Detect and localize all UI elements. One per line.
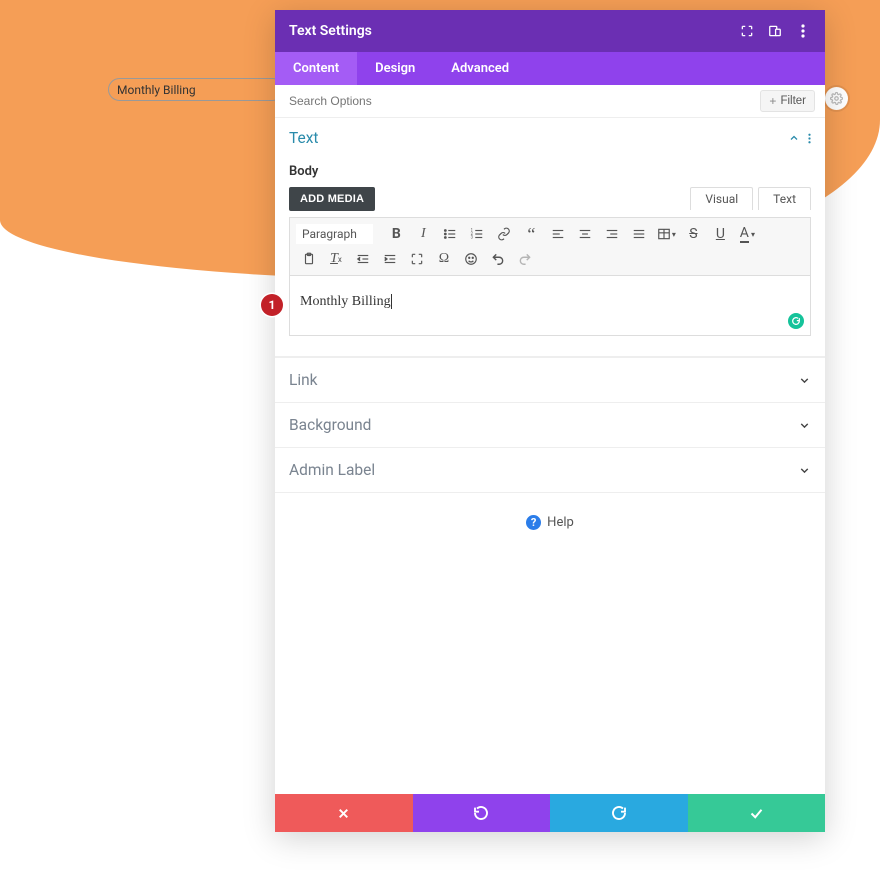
editor-toolbar: Paragraph ▾ B I 123 “ ▾ S xyxy=(289,217,811,276)
editor-tab-text[interactable]: Text xyxy=(758,187,811,210)
blockquote-icon[interactable]: “ xyxy=(518,222,544,246)
textcolor-icon[interactable]: A▾ xyxy=(734,222,760,246)
indent-icon[interactable] xyxy=(377,247,403,271)
format-select[interactable]: Paragraph xyxy=(296,224,373,244)
section-text-title: Text xyxy=(289,129,788,147)
responsive-icon[interactable] xyxy=(767,23,783,39)
section-background[interactable]: Background xyxy=(275,402,825,447)
tab-bar: Content Design Advanced xyxy=(275,52,825,85)
link-icon[interactable] xyxy=(491,222,517,246)
section-link-title: Link xyxy=(289,371,798,389)
paste-icon[interactable] xyxy=(296,247,322,271)
tab-content[interactable]: Content xyxy=(275,52,357,85)
align-justify-icon[interactable] xyxy=(626,222,652,246)
check-icon xyxy=(749,806,764,821)
gear-icon xyxy=(830,92,843,105)
expand-icon[interactable] xyxy=(739,23,755,39)
emoji-icon[interactable] xyxy=(458,247,484,271)
ul-icon[interactable] xyxy=(437,222,463,246)
clearformat-icon[interactable]: Tx xyxy=(323,247,349,271)
bg-pill-text: Monthly Billing xyxy=(117,83,196,97)
bold-icon[interactable]: B xyxy=(383,222,409,246)
editor-tab-visual[interactable]: Visual xyxy=(690,187,753,210)
step-badge-number: 1 xyxy=(269,298,276,312)
redo-action-button[interactable] xyxy=(550,794,688,832)
tab-advanced[interactable]: Advanced xyxy=(433,52,527,85)
underline-icon[interactable]: U xyxy=(707,222,733,246)
section-background-title: Background xyxy=(289,416,798,434)
search-input[interactable] xyxy=(289,94,760,108)
editor-content-area[interactable]: Monthly Billing xyxy=(289,276,811,336)
ol-icon[interactable]: 123 xyxy=(464,222,490,246)
close-icon xyxy=(337,807,350,820)
save-button[interactable] xyxy=(688,794,826,832)
plus-icon: + xyxy=(769,94,776,108)
action-bar xyxy=(275,794,825,832)
add-media-button[interactable]: ADD MEDIA xyxy=(289,187,375,211)
chevron-down-icon xyxy=(798,419,811,432)
section-admin-label-title: Admin Label xyxy=(289,461,798,479)
step-badge: 1 xyxy=(261,294,283,316)
editor-text: Monthly Billing xyxy=(300,294,391,309)
search-row: + Filter xyxy=(275,85,825,118)
section-link[interactable]: Link xyxy=(275,357,825,402)
chevron-down-icon xyxy=(798,464,811,477)
cancel-button[interactable] xyxy=(275,794,413,832)
section-more-icon[interactable] xyxy=(808,132,811,145)
settings-panel: Text Settings Content Design Advanced + … xyxy=(275,10,825,832)
grammarly-icon[interactable] xyxy=(788,313,804,329)
italic-icon[interactable]: I xyxy=(410,222,436,246)
filter-button[interactable]: + Filter xyxy=(760,90,815,112)
settings-gear-circle[interactable] xyxy=(825,87,848,110)
help-row[interactable]: ? Help xyxy=(275,515,825,530)
align-right-icon[interactable] xyxy=(599,222,625,246)
undo-action-button[interactable] xyxy=(413,794,551,832)
outdent-icon[interactable] xyxy=(350,247,376,271)
text-cursor xyxy=(391,294,392,309)
strikethrough-icon[interactable]: S xyxy=(680,222,706,246)
bg-pill: Monthly Billing xyxy=(108,78,284,101)
tab-design[interactable]: Design xyxy=(357,52,433,85)
table-icon[interactable]: ▾ xyxy=(653,222,679,246)
body-label: Body xyxy=(289,164,811,179)
more-icon[interactable] xyxy=(795,23,811,39)
chevron-down-icon xyxy=(798,374,811,387)
fullscreen-icon[interactable] xyxy=(404,247,430,271)
undo-icon xyxy=(473,805,489,821)
section-admin-label[interactable]: Admin Label xyxy=(275,447,825,493)
redo-icon xyxy=(611,805,627,821)
specialchar-icon[interactable]: Ω xyxy=(431,247,457,271)
undo-icon[interactable] xyxy=(485,247,511,271)
filter-label: Filter xyxy=(780,95,806,107)
titlebar: Text Settings xyxy=(275,10,825,52)
chevron-up-icon xyxy=(788,132,800,144)
svg-text:3: 3 xyxy=(471,235,474,240)
help-label: Help xyxy=(547,515,574,530)
align-center-icon[interactable] xyxy=(572,222,598,246)
redo-icon[interactable] xyxy=(512,247,538,271)
align-left-icon[interactable] xyxy=(545,222,571,246)
help-icon: ? xyxy=(526,515,541,530)
section-text-header[interactable]: Text xyxy=(275,118,825,158)
panel-title: Text Settings xyxy=(289,23,739,39)
